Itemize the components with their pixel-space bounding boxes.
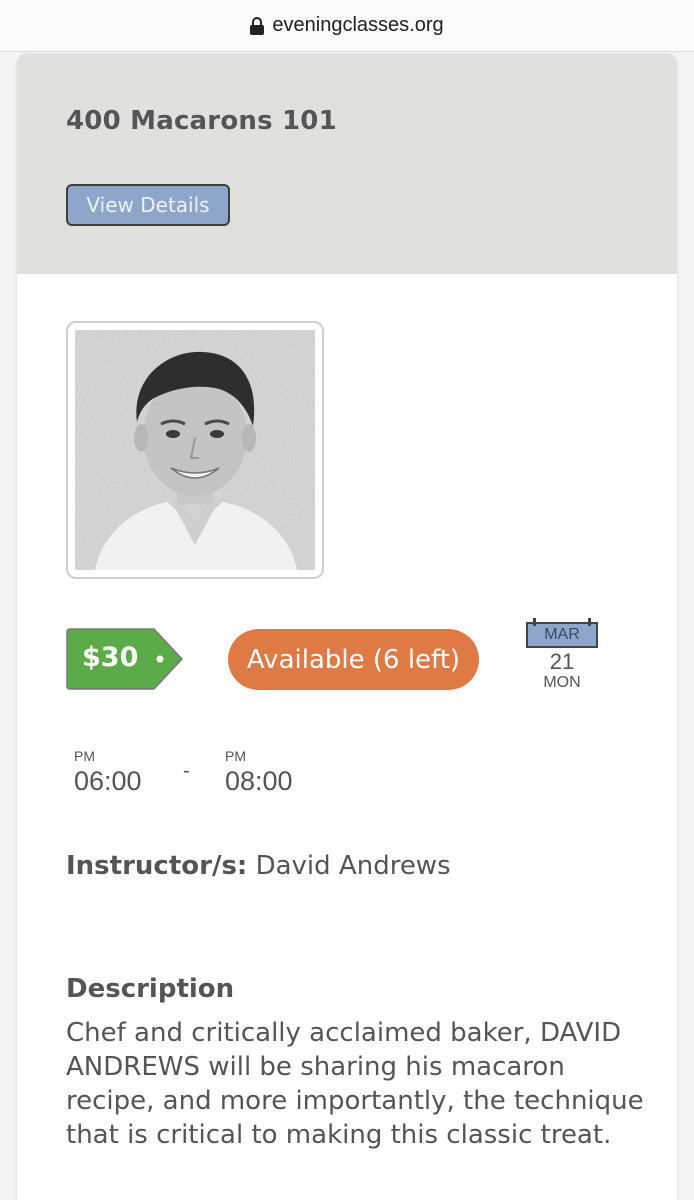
end-hm: 08:00 (225, 766, 293, 796)
instructor-photo (66, 321, 324, 579)
start-time: PM 06:00 (74, 748, 142, 797)
end-ampm: PM (225, 748, 246, 764)
course-title: 400 Macarons 101 (66, 106, 337, 136)
date-calendar: MAR 21 MON (526, 618, 598, 692)
availability-badge[interactable]: Available (6 left) (228, 629, 479, 690)
instructor-portrait (75, 330, 315, 570)
time-separator: - (183, 760, 190, 782)
url-display[interactable]: eveningclasses.org (250, 14, 444, 37)
url-text: eveningclasses.org (272, 14, 444, 36)
start-hm: 06:00 (74, 766, 142, 796)
lock-icon (250, 16, 265, 35)
course-header: 400 Macarons 101 View Details (17, 54, 677, 274)
instructor-label: Instructor/s: (66, 851, 248, 881)
price-tag: $30 (66, 628, 184, 690)
end-time: PM 08:00 (225, 748, 293, 797)
calendar-weekday: MON (543, 674, 581, 691)
description-heading: Description (66, 974, 235, 1004)
calendar-day: 21 (549, 649, 575, 674)
calendar-month: MAR (526, 618, 598, 648)
browser-address-bar[interactable]: eveningclasses.org (0, 0, 694, 52)
instructor-name: David Andrews (255, 851, 451, 881)
price-value: $30 (82, 642, 139, 673)
instructor-line: Instructor/s: David Andrews (66, 851, 451, 881)
start-ampm: PM (74, 748, 95, 764)
description-text: Chef and critically acclaimed baker, DAV… (66, 1018, 644, 1150)
course-card: 400 Macarons 101 View Details $30 Availa… (17, 54, 677, 1200)
view-details-button[interactable]: View Details (66, 184, 230, 226)
